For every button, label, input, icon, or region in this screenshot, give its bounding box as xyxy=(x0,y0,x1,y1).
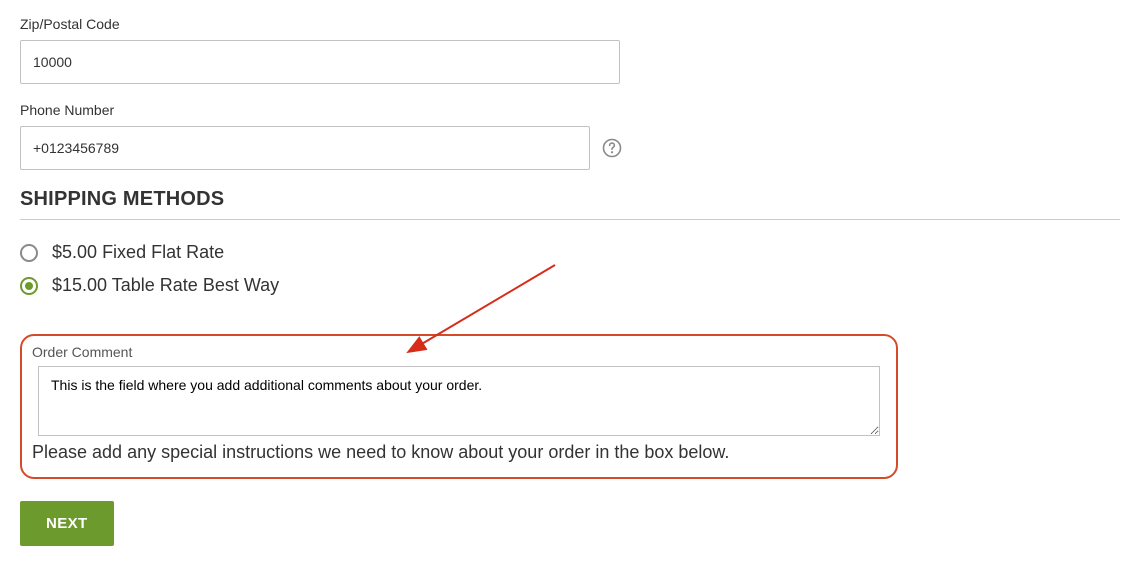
radio-icon xyxy=(20,277,38,295)
order-comment-hint: Please add any special instructions we n… xyxy=(32,442,886,463)
shipping-option-table-rate-best-way[interactable]: $15.00 Table Rate Best Way xyxy=(20,275,1120,296)
order-comment-highlight-box: Order Comment This is the field where yo… xyxy=(20,334,898,479)
phone-input[interactable] xyxy=(20,126,590,170)
shipping-option-label: $15.00 Table Rate Best Way xyxy=(52,275,279,296)
shipping-methods-heading: SHIPPING METHODS xyxy=(20,188,1120,211)
shipping-option-label: $5.00 Fixed Flat Rate xyxy=(52,242,224,263)
order-comment-textarea[interactable]: This is the field where you add addition… xyxy=(38,366,880,436)
help-icon[interactable] xyxy=(602,138,622,158)
zip-label: Zip/Postal Code xyxy=(20,16,1120,32)
next-button[interactable]: NEXT xyxy=(20,501,114,546)
shipping-option-fixed-flat-rate[interactable]: $5.00 Fixed Flat Rate xyxy=(20,242,1120,263)
radio-icon xyxy=(20,244,38,262)
order-comment-label: Order Comment xyxy=(32,344,886,360)
phone-field-row: Phone Number xyxy=(20,102,1120,170)
shipping-divider xyxy=(20,219,1120,220)
zip-field-row: Zip/Postal Code xyxy=(20,16,1120,84)
zip-input[interactable] xyxy=(20,40,620,84)
phone-label: Phone Number xyxy=(20,102,1120,118)
